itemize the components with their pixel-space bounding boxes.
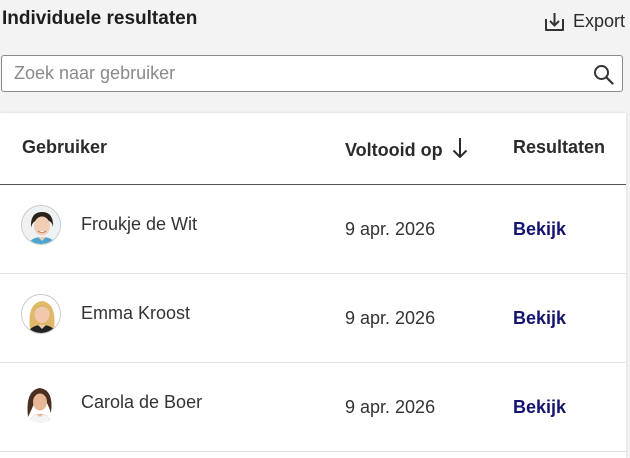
user-name: Emma Kroost — [81, 303, 191, 323]
search-box — [1, 55, 623, 92]
completed-date: 9 apr. 2026 — [345, 397, 436, 417]
view-results-link[interactable]: Bekijk — [513, 219, 566, 240]
column-header-completed[interactable]: Voltooid op — [345, 137, 468, 164]
sort-descending-icon — [452, 137, 468, 164]
view-results-link[interactable]: Bekijk — [513, 397, 566, 418]
column-header-completed-label: Voltooid op — [345, 140, 443, 160]
table-row: Froukje de Wit 9 apr. 2026 Bekijk — [0, 185, 626, 274]
download-icon — [544, 12, 565, 32]
page-header: Individuele resultaten Export — [0, 0, 630, 46]
completed-date: 9 apr. 2026 — [345, 219, 436, 239]
table-row: Carola de Boer 9 apr. 2026 Bekijk — [0, 363, 626, 452]
column-header-results: Resultaten — [513, 137, 606, 157]
user-name: Froukje de Wit — [81, 214, 198, 234]
export-label: Export — [572, 11, 625, 31]
search-icon[interactable] — [593, 64, 614, 90]
view-results-link[interactable]: Bekijk — [513, 308, 566, 329]
user-name: Carola de Boer — [81, 392, 203, 412]
page-title: Individuele resultaten — [2, 8, 198, 29]
avatar — [21, 294, 61, 334]
table-header: Gebruiker Voltooid op Resultaten — [0, 113, 626, 185]
search-input[interactable] — [14, 56, 574, 91]
export-button[interactable]: Export — [544, 11, 625, 32]
table-row: Emma Kroost 9 apr. 2026 Bekijk — [0, 274, 626, 363]
column-header-user: Gebruiker — [22, 137, 108, 157]
results-table: Gebruiker Voltooid op Resultaten Froukje… — [0, 113, 626, 458]
avatar — [21, 383, 61, 423]
completed-date: 9 apr. 2026 — [345, 308, 436, 328]
avatar — [21, 205, 61, 245]
